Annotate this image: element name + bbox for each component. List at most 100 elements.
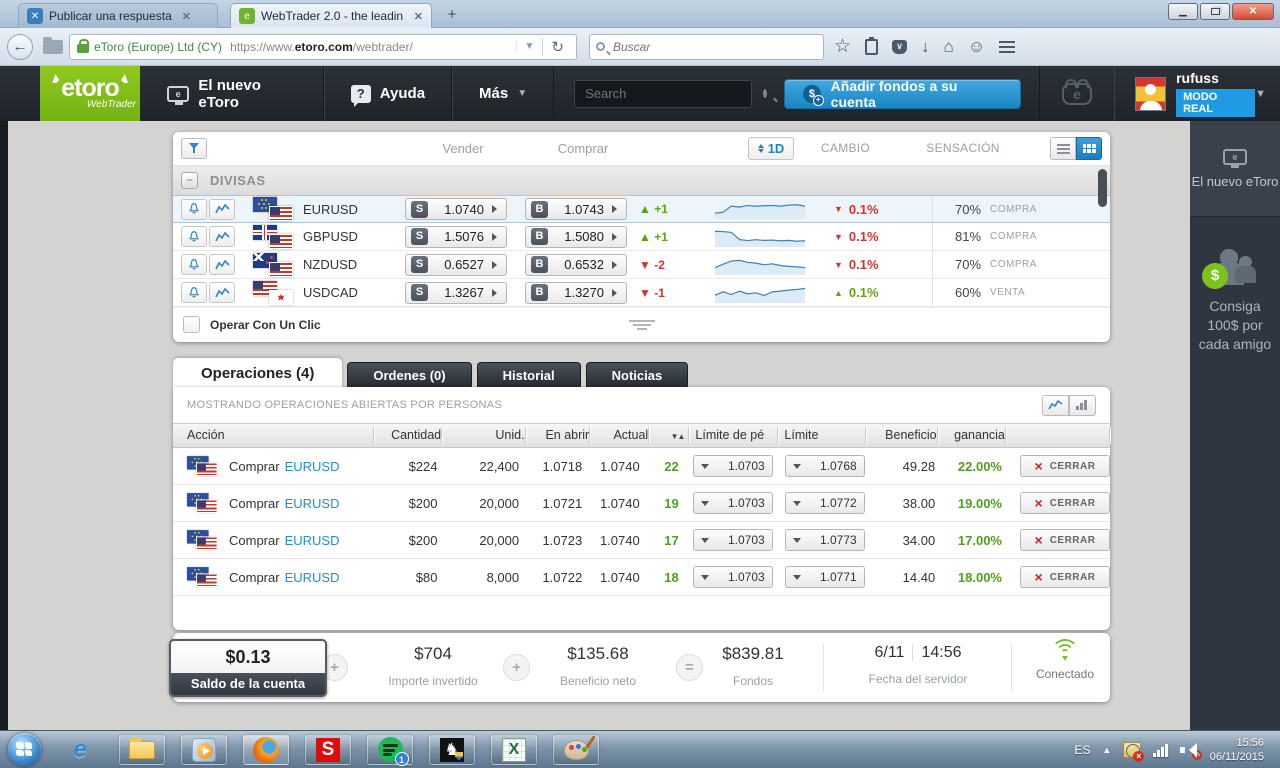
tab-noticias[interactable]: Noticias bbox=[585, 362, 689, 388]
sell-button[interactable]: S 1.5076 bbox=[405, 225, 507, 248]
column-header-ganancia[interactable]: ganancia bbox=[938, 427, 1006, 444]
pair-link[interactable]: EURUSD bbox=[285, 533, 340, 548]
start-button[interactable] bbox=[8, 733, 41, 766]
taskbar-ie[interactable]: e bbox=[57, 735, 103, 765]
buy-button[interactable]: B 1.5080 bbox=[525, 225, 627, 248]
browser-search[interactable] bbox=[589, 33, 824, 60]
stop-loss-dropdown[interactable]: 1.0703 bbox=[692, 455, 773, 477]
alert-bell-button[interactable] bbox=[181, 254, 207, 275]
url-text[interactable]: https://www.etoro.com/webtrader/ bbox=[230, 40, 515, 54]
user-menu[interactable]: rufuss MODO REAL bbox=[1113, 66, 1256, 121]
tab-ordenes-[interactable]: Ordenes (0) bbox=[347, 362, 472, 388]
pair-name[interactable]: NZDUSD bbox=[303, 257, 381, 272]
take-profit-dropdown[interactable]: 1.0771 bbox=[784, 566, 865, 588]
scrollbar-thumb[interactable] bbox=[1098, 169, 1107, 207]
browser-search-input[interactable] bbox=[611, 38, 781, 55]
take-profit-dropdown[interactable]: 1.0768 bbox=[784, 455, 865, 477]
history-folder-icon[interactable] bbox=[43, 36, 63, 54]
home-icon[interactable]: ⌂ bbox=[944, 38, 954, 55]
column-header-Beneficio[interactable]: Beneficio bbox=[866, 427, 938, 444]
one-click-checkbox[interactable] bbox=[183, 316, 200, 333]
column-header-En abrir[interactable]: En abrir bbox=[526, 427, 591, 444]
url-dropdown-icon[interactable]: ▼ bbox=[515, 41, 543, 52]
add-funds-button[interactable]: $ Añadir fondos a su cuenta bbox=[784, 78, 1021, 110]
resize-handle[interactable] bbox=[628, 318, 655, 332]
sell-button[interactable]: S 0.6527 bbox=[405, 253, 507, 276]
taskbar-firefox[interactable] bbox=[243, 734, 289, 765]
nav-new-etoro[interactable]: e El nuevo eToro bbox=[141, 66, 324, 121]
stop-loss-dropdown[interactable]: 1.0703 bbox=[692, 529, 773, 551]
filter-button[interactable] bbox=[181, 138, 207, 159]
nav-more[interactable]: Más ▼ bbox=[452, 66, 555, 121]
tray-expand-icon[interactable]: ▲ bbox=[1102, 745, 1111, 755]
column-header-sort[interactable] bbox=[1006, 427, 1110, 444]
taskbar-explorer[interactable] bbox=[119, 734, 165, 765]
tab-operaciones-[interactable]: Operaciones (4) bbox=[173, 358, 343, 388]
list-view-button[interactable] bbox=[1050, 137, 1076, 160]
stop-loss-dropdown[interactable]: 1.0703 bbox=[692, 566, 773, 588]
browser-tab-forum[interactable]: ✕ Publicar una respuesta ✕ bbox=[18, 3, 218, 28]
column-header-Límite[interactable]: Límite bbox=[778, 427, 866, 444]
downloads-icon[interactable]: ↓ bbox=[921, 38, 930, 55]
column-header-Actual[interactable]: Actual bbox=[590, 427, 650, 444]
muted-speaker-icon[interactable] bbox=[1179, 742, 1202, 760]
security-label[interactable]: eToro (Europe) Ltd (CY) bbox=[94, 40, 222, 54]
timeframe-selector[interactable]: 1D bbox=[748, 137, 794, 160]
balance-card[interactable]: $0.13 Saldo de la cuenta bbox=[169, 639, 327, 697]
sidebar-referral[interactable]: $ Consiga 100$ por cada amigo bbox=[1190, 217, 1280, 385]
signal-bars-icon[interactable] bbox=[1153, 743, 1168, 757]
column-header-Unid.[interactable]: Unid. bbox=[442, 427, 526, 444]
alert-bell-button[interactable] bbox=[181, 226, 207, 247]
close-trade-button[interactable]: × CERRAR bbox=[1019, 529, 1110, 551]
new-tab-button[interactable]: + bbox=[440, 6, 464, 25]
openbook-link[interactable]: e bbox=[1038, 66, 1114, 121]
user-chevron-icon[interactable]: ▼ bbox=[1255, 88, 1266, 100]
avatar[interactable] bbox=[1134, 76, 1167, 111]
tab-historial[interactable]: Historial bbox=[476, 362, 581, 388]
taskbar-game[interactable]: ♞ bbox=[429, 734, 475, 765]
minimize-button[interactable]: ▁ bbox=[1168, 3, 1198, 20]
pair-name[interactable]: USDCAD bbox=[303, 285, 381, 300]
taskbar-paint[interactable] bbox=[553, 734, 599, 765]
bookmark-star-icon[interactable]: ☆ bbox=[834, 37, 851, 56]
watchlist-scrollbar[interactable] bbox=[1098, 169, 1107, 307]
tab-close-icon[interactable]: ✕ bbox=[414, 10, 423, 23]
watchlist-row-USDCAD[interactable]: USDCAD S 1.3267 B 1.3270 ▼ -1 ▲ 0.1% 60% VEN… bbox=[173, 279, 1110, 307]
pair-link[interactable]: EURUSD bbox=[285, 570, 340, 585]
grid-view-button[interactable] bbox=[1076, 137, 1102, 160]
buy-button[interactable]: B 0.6532 bbox=[525, 253, 627, 276]
trade-row[interactable]: Comprar EURUSD $80 8,000 1.0722 1.0740 18… bbox=[173, 559, 1110, 596]
open-chart-button[interactable] bbox=[209, 226, 235, 247]
pocket-icon[interactable]: ∨ bbox=[892, 39, 908, 54]
menu-icon[interactable] bbox=[999, 40, 1016, 43]
take-profit-dropdown[interactable]: 1.0773 bbox=[784, 529, 865, 551]
stats-mode-button[interactable] bbox=[1069, 394, 1096, 416]
hello-icon[interactable]: ☺ bbox=[968, 38, 985, 55]
close-trade-button[interactable]: × CERRAR bbox=[1019, 566, 1110, 588]
pair-link[interactable]: EURUSD bbox=[285, 459, 340, 474]
app-search[interactable] bbox=[574, 79, 768, 108]
watchlist-row-EURUSD[interactable]: EURUSD S 1.0740 B 1.0743 ▲ +1 ▼ 0.1% 70% COM… bbox=[173, 195, 1110, 223]
watchlist-row-NZDUSD[interactable]: NZDUSD S 0.6527 B 0.6532 ▼ -2 ▼ 0.1% 70% COM… bbox=[173, 251, 1110, 279]
network-error-icon[interactable] bbox=[1123, 741, 1145, 762]
watchlist-row-GBPUSD[interactable]: GBPUSD S 1.5076 B 1.5080 ▲ +1 ▼ 0.1% 81% COM… bbox=[173, 223, 1110, 251]
open-chart-button[interactable] bbox=[209, 254, 235, 275]
buy-button[interactable]: B 1.3270 bbox=[525, 281, 627, 304]
stop-loss-dropdown[interactable]: 1.0703 bbox=[692, 492, 773, 514]
restore-button[interactable] bbox=[1200, 3, 1230, 20]
url-bar[interactable]: eToro (Europe) Ltd (CY) https://www.etor… bbox=[69, 33, 577, 60]
taskbar-spotify[interactable]: 1 bbox=[367, 734, 413, 766]
taskbar-excel[interactable]: X bbox=[491, 734, 537, 765]
alert-bell-button[interactable] bbox=[181, 198, 207, 220]
column-header-sort[interactable]: ▼▲ bbox=[649, 427, 690, 444]
sell-button[interactable]: S 1.3267 bbox=[405, 281, 507, 304]
close-button[interactable]: ✕ bbox=[1232, 3, 1274, 20]
close-trade-button[interactable]: × CERRAR bbox=[1019, 455, 1110, 477]
bookmarks-list-icon[interactable] bbox=[865, 36, 879, 55]
taskbar-s-app[interactable]: S bbox=[305, 734, 351, 765]
take-profit-dropdown[interactable]: 1.0772 bbox=[784, 492, 865, 514]
reload-icon[interactable]: ↻ bbox=[542, 37, 572, 56]
open-chart-button[interactable] bbox=[209, 282, 235, 303]
sidebar-new-etoro[interactable]: e El nuevo eToro bbox=[1190, 121, 1280, 217]
pair-name[interactable]: EURUSD bbox=[303, 202, 381, 217]
